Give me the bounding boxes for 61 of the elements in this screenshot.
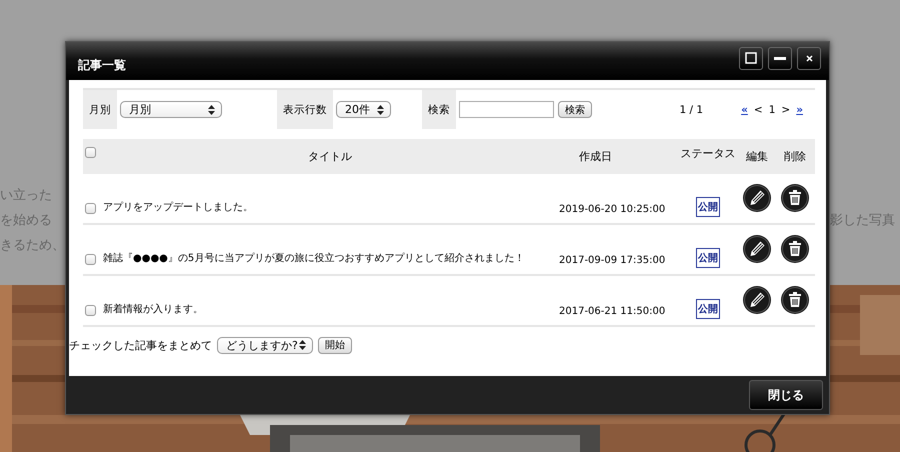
trash-icon [781,184,809,212]
maximize-button[interactable] [739,46,763,70]
edit-button[interactable] [743,235,771,263]
checkbox[interactable] [85,147,96,158]
edit-button[interactable] [743,286,771,314]
dropdown[interactable]: どうしますか? [217,336,313,354]
column-header: 削除 [783,149,807,164]
delete-button[interactable] [781,235,809,263]
pencil-icon [743,184,771,212]
edit-button[interactable] [743,184,771,212]
article-title: 新着情報が入ります。 [102,302,204,317]
current-page: 1 [768,104,776,116]
last-page-link[interactable]: » [796,104,803,116]
updown-arrows-icon [377,104,384,114]
close-dialog-button[interactable]: 閉じる [749,380,823,410]
checkbox[interactable] [85,254,96,265]
trash-icon [781,286,809,314]
search-field[interactable] [459,101,554,118]
page-count: 1 / 1 [680,104,704,116]
article-title: 雑誌『●●●●』の5月号に当アプリが夏の旅に役立つおすすめアプリとして紹介されました！ [102,252,526,266]
column-header: ステータス [680,146,736,162]
window-title: 記事一覧 [78,56,126,74]
start-button[interactable]: 開始 [318,336,352,354]
background-text: きるため、 [0,237,62,255]
first-page-link[interactable]: « [741,104,748,116]
pencil-icon [743,286,771,314]
checkbox[interactable] [85,305,96,316]
created-date: 2019-06-20 10:25:00 [559,204,666,217]
status-badge: 公開 [696,248,720,268]
column-header: タイトル [307,149,353,164]
filter-label: 月別 [83,90,117,129]
background-text: を始める [0,212,53,230]
dropdown[interactable]: 20件 [336,101,391,118]
created-date: 2017-09-09 17:35:00 [559,255,666,268]
dropdown[interactable]: 月別 [120,101,222,118]
created-date: 2017-06-21 11:50:00 [559,306,666,319]
pencil-icon [743,235,771,263]
bulk-action-label: チェックした記事をまとめて [69,338,212,352]
background-text: い立った [0,187,53,205]
checkbox[interactable] [85,203,96,214]
trash-icon [781,235,809,263]
close-button[interactable] [797,46,821,70]
background-text: 影した写真 [830,212,896,230]
filter-label: 表示行数 [277,90,333,129]
delete-button[interactable] [781,184,809,212]
maximize-icon [745,52,757,64]
minimize-icon [774,56,786,60]
updown-arrows-icon [299,340,306,350]
close-icon [806,54,812,62]
article-title: アプリをアップデートしました。 [102,200,254,215]
next-page-link[interactable]: > [781,104,790,116]
status-badge: 公開 [696,299,720,319]
minimize-button[interactable] [768,46,792,70]
search-button[interactable]: 検索 [558,101,592,118]
previous-page-link[interactable]: < [754,104,763,116]
updown-arrows-icon [208,104,215,114]
delete-button[interactable] [781,286,809,314]
column-header: 編集 [745,149,769,164]
status-badge: 公開 [696,197,720,217]
filter-label: 検索 [422,90,456,129]
column-header: 作成日 [578,149,613,164]
